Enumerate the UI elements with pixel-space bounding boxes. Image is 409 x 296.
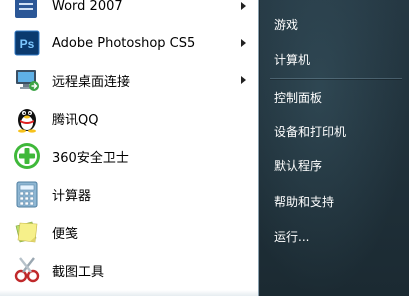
link-label: 默认程序 bbox=[274, 158, 323, 173]
program-label: 便笺 bbox=[52, 226, 79, 242]
link-default-programs[interactable]: 默认程序 bbox=[262, 150, 402, 180]
link-label: 设备和打印机 bbox=[274, 124, 347, 139]
program-item-sticky-notes[interactable]: 便笺 bbox=[0, 213, 258, 251]
word-icon bbox=[12, 0, 42, 21]
separator bbox=[270, 78, 402, 79]
submenu-arrow-icon bbox=[241, 2, 246, 10]
link-computer[interactable]: 计算机 bbox=[262, 44, 402, 74]
photoshop-icon: Ps bbox=[12, 28, 42, 58]
program-item-360[interactable]: 360安全卫士 bbox=[0, 137, 258, 175]
program-item-word[interactable]: Word 2007 bbox=[0, 0, 258, 25]
remote-desktop-icon bbox=[12, 65, 42, 95]
link-control-panel[interactable]: 控制面板 bbox=[262, 82, 402, 112]
program-label: 截图工具 bbox=[52, 264, 105, 280]
program-item-qq[interactable]: 腾讯QQ bbox=[0, 99, 258, 137]
program-item-calculator[interactable]: 计算器 bbox=[0, 175, 258, 213]
program-item-photoshop[interactable]: Ps Adobe Photoshop CS5 bbox=[0, 24, 258, 62]
program-label: Adobe Photoshop CS5 bbox=[52, 35, 196, 51]
link-label: 计算机 bbox=[274, 52, 311, 67]
link-games[interactable]: 游戏 bbox=[262, 9, 402, 39]
program-item-snipping-tool[interactable]: 截图工具 bbox=[0, 251, 258, 289]
program-list: Word 2007 Ps Adobe Photoshop CS5 远程桌面连接 bbox=[0, 0, 259, 296]
link-help-support[interactable]: 帮助和支持 bbox=[262, 186, 402, 216]
system-links-pane: 游戏 计算机 控制面板 设备和打印机 默认程序 帮助和支持 运行... bbox=[260, 0, 409, 296]
svg-text:Ps: Ps bbox=[20, 37, 35, 51]
link-run[interactable]: 运行... bbox=[262, 221, 402, 251]
program-label: 远程桌面连接 bbox=[52, 74, 131, 90]
program-label: Word 2007 bbox=[52, 0, 123, 14]
program-label: 计算器 bbox=[52, 188, 92, 204]
360-safeguard-icon bbox=[12, 141, 42, 171]
calculator-icon bbox=[12, 179, 42, 209]
link-label: 运行... bbox=[274, 229, 310, 244]
program-item-remote-desktop[interactable]: 远程桌面连接 bbox=[0, 61, 258, 99]
qq-penguin-icon bbox=[12, 103, 42, 133]
submenu-arrow-icon bbox=[241, 39, 246, 47]
snipping-tool-icon bbox=[12, 255, 42, 285]
link-label: 控制面板 bbox=[274, 90, 323, 105]
sticky-notes-icon bbox=[12, 217, 42, 247]
link-label: 帮助和支持 bbox=[274, 194, 335, 209]
program-label: 360安全卫士 bbox=[52, 150, 129, 166]
submenu-arrow-icon bbox=[241, 76, 246, 84]
link-devices-printers[interactable]: 设备和打印机 bbox=[262, 116, 402, 146]
program-label: 腾讯QQ bbox=[52, 112, 99, 128]
link-label: 游戏 bbox=[274, 17, 299, 32]
